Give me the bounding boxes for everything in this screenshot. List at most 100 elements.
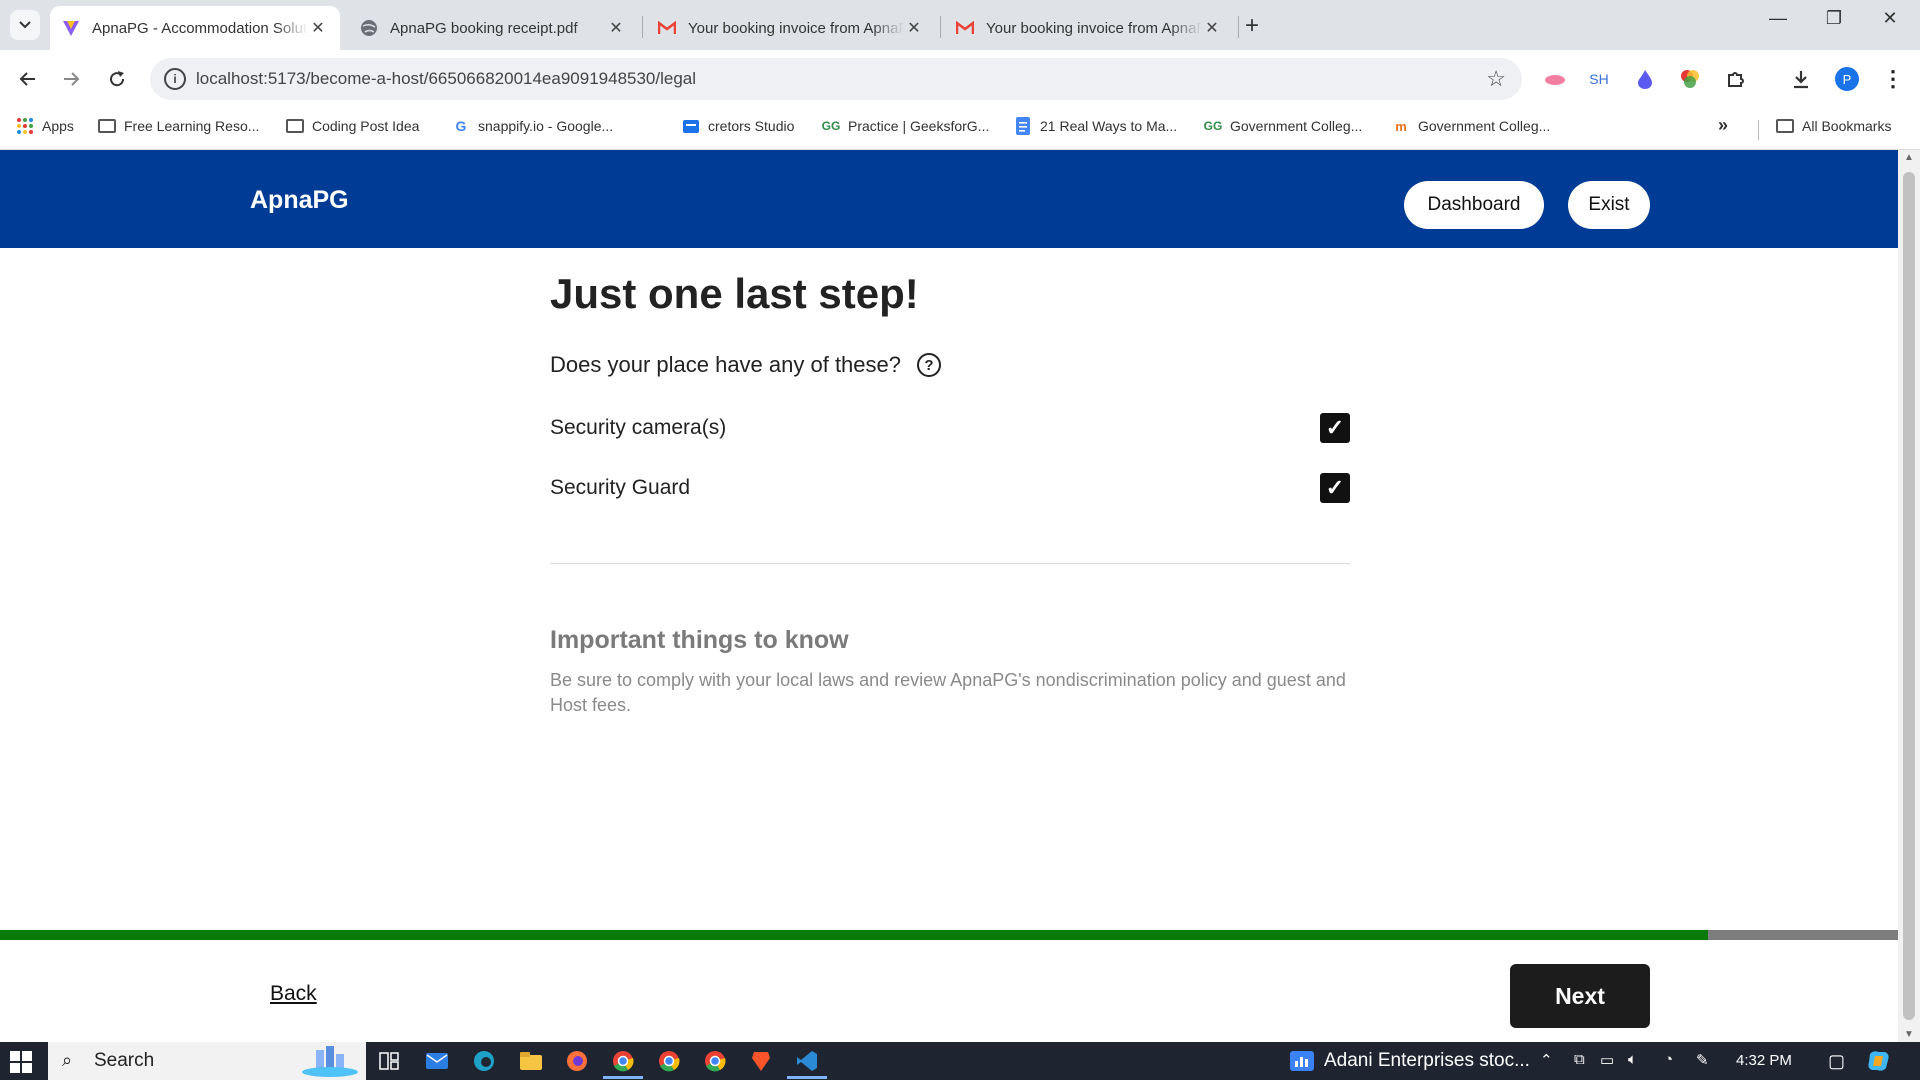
scroll-down-arrow-icon[interactable]: ▼	[1904, 1029, 1914, 1040]
back-arrow-icon[interactable]	[12, 64, 42, 94]
bookmark-star-icon[interactable]: ☆	[1486, 66, 1506, 92]
color-wheel-extension-icon[interactable]	[1677, 66, 1703, 92]
search-highlight-icon	[302, 1046, 358, 1077]
security-camera-checkbox[interactable]: ✓	[1320, 413, 1350, 443]
scroll-up-arrow-icon[interactable]: ▲	[1904, 152, 1914, 163]
page-scrollbar[interactable]: ▲ ▼	[1898, 150, 1920, 1042]
bookmark-coding-post[interactable]: Coding Post Idea	[286, 118, 419, 134]
tab-separator	[1238, 16, 1239, 38]
folder-icon	[1776, 118, 1794, 134]
bookmark-label: Practice | GeeksforG...	[848, 118, 990, 134]
pen-icon[interactable]: ✎	[1696, 1051, 1709, 1069]
bookmark-cretors-studio[interactable]: cretors Studio	[682, 118, 794, 134]
chrome-icon[interactable]	[610, 1048, 636, 1074]
news-widget[interactable]: Adani Enterprises stoc...	[1290, 1050, 1530, 1072]
security-guard-checkbox[interactable]: ✓	[1320, 473, 1350, 503]
folder-icon	[286, 118, 304, 134]
option-security-guard: Security Guard ✓	[550, 468, 1350, 508]
flame-extension-icon[interactable]	[1632, 66, 1658, 92]
firefox-icon[interactable]	[564, 1048, 590, 1074]
bookmark-snappify[interactable]: G snappify.io - Google...	[452, 118, 614, 134]
windows-start-icon[interactable]	[10, 1051, 32, 1073]
forward-arrow-icon[interactable]	[57, 64, 87, 94]
taskbar-search-box[interactable]: ⌕ Search	[48, 1042, 366, 1080]
wifi-icon[interactable]: ◔	[1664, 1051, 1673, 1068]
bookmark-apps[interactable]: Apps	[16, 118, 74, 134]
browser-tab-strip: ApnaPG - Accommodation Solutions ✕ ApnaP…	[0, 0, 1920, 50]
vscode-icon[interactable]	[794, 1048, 820, 1074]
checkmark-icon: ✓	[1325, 475, 1345, 500]
checkmark-icon: ✓	[1325, 415, 1345, 440]
chrome-profile-icon[interactable]	[656, 1048, 682, 1074]
option-label: Security Guard	[550, 476, 691, 499]
apps-grid-icon	[16, 118, 34, 134]
new-tab-plus-icon[interactable]: +	[1245, 12, 1259, 40]
mail-app-icon[interactable]	[424, 1048, 450, 1074]
stocks-widget-icon	[1290, 1051, 1314, 1071]
task-view-icon[interactable]	[376, 1048, 402, 1074]
tab-invoice-2[interactable]: Your booking invoice from ApnaPG ✕	[944, 6, 1234, 50]
chrome-alt-icon[interactable]	[702, 1048, 728, 1074]
progress-bar	[0, 930, 1898, 940]
search-icon: ⌕	[62, 1050, 73, 1070]
minimize-icon[interactable]: —	[1758, 8, 1798, 29]
bookmark-label: All Bookmarks	[1802, 118, 1892, 134]
edge-browser-icon[interactable]	[471, 1048, 497, 1074]
tab-title: ApnaPG - Accommodation Solutions	[92, 19, 308, 37]
close-tab-icon[interactable]: ✕	[904, 18, 924, 38]
battery-icon[interactable]: ▭	[1600, 1051, 1614, 1069]
tab-apnapg[interactable]: ApnaPG - Accommodation Solutions ✕	[50, 6, 340, 50]
restore-icon[interactable]: ❐	[1814, 8, 1854, 29]
bookmark-label: Coding Post Idea	[312, 118, 420, 134]
bookmark-government-college-2[interactable]: m Government Colleg...	[1392, 118, 1550, 134]
active-app-indicator	[603, 1076, 643, 1079]
taskbar-search-label: Search	[94, 1050, 155, 1071]
taskbar-clock[interactable]: 4:32 PM	[1736, 1052, 1792, 1069]
scrollbar-thumb[interactable]	[1903, 172, 1915, 1020]
amenities-question: Does your place have any of these? ?	[550, 352, 942, 378]
more-bookmarks-chevron-icon[interactable]: »	[1718, 115, 1728, 136]
bookmark-21-real-ways[interactable]: 21 Real Ways to Ma...	[1014, 117, 1177, 135]
volume-icon[interactable]: 🔈︎	[1628, 1051, 1637, 1068]
address-bar[interactable]: i localhost:5173/become-a-host/665066820…	[150, 58, 1522, 100]
info-heading: Important things to know	[550, 626, 849, 654]
bookmark-label: cretors Studio	[708, 118, 795, 134]
site-info-icon[interactable]: i	[164, 68, 186, 90]
close-tab-icon[interactable]: ✕	[606, 18, 626, 38]
reload-icon[interactable]	[102, 64, 132, 94]
tab-invoice-1[interactable]: Your booking invoice from ApnaPG ✕	[646, 6, 936, 50]
tray-chevron-up-icon[interactable]: ⌃	[1540, 1051, 1553, 1069]
file-explorer-icon[interactable]	[518, 1048, 544, 1074]
close-window-icon[interactable]: ✕	[1870, 8, 1910, 29]
help-question-icon[interactable]: ?	[917, 353, 942, 377]
page-title: Just one last step!	[550, 270, 919, 317]
back-link[interactable]: Back	[270, 982, 317, 1006]
tab-title: Your booking invoice from ApnaPG	[688, 19, 904, 37]
menu-kebab-icon[interactable]: ⋮	[1880, 66, 1906, 92]
sh-extension-icon[interactable]: SH	[1586, 66, 1612, 92]
next-button[interactable]: Next	[1510, 964, 1650, 1028]
bookmark-free-learning[interactable]: Free Learning Reso...	[98, 118, 259, 134]
brave-browser-icon[interactable]	[748, 1048, 774, 1074]
bookmark-all-bookmarks[interactable]: All Bookmarks	[1776, 118, 1891, 134]
brand-logo[interactable]: ApnaPG	[250, 186, 349, 215]
profile-avatar[interactable]: P	[1834, 66, 1860, 92]
lotus-extension-icon[interactable]	[1542, 66, 1568, 92]
tab-search-button[interactable]	[10, 10, 40, 40]
close-tab-icon[interactable]: ✕	[308, 18, 328, 38]
copilot-icon[interactable]	[1866, 1048, 1892, 1074]
dashboard-button[interactable]: Dashboard	[1404, 181, 1544, 229]
studio-icon	[682, 118, 700, 134]
windows-taskbar: ⌕ Search Adani Enterprises stoc... ⌃ ⧉ ▭…	[0, 1042, 1920, 1080]
meet-camera-icon[interactable]: ⧉	[1574, 1051, 1585, 1068]
extensions-puzzle-icon[interactable]	[1723, 66, 1749, 92]
notification-icon[interactable]: ▢	[1828, 1051, 1845, 1072]
download-icon[interactable]	[1788, 66, 1814, 92]
bookmark-government-college-1[interactable]: GG Government Colleg...	[1203, 118, 1363, 134]
bookmark-geeksforgeeks[interactable]: GG Practice | GeeksforG...	[822, 118, 990, 134]
bookmark-label: Apps	[42, 118, 74, 134]
exit-button[interactable]: Exist	[1568, 181, 1650, 229]
close-tab-icon[interactable]: ✕	[1202, 18, 1222, 38]
tab-receipt-pdf[interactable]: ApnaPG booking receipt.pdf ✕	[348, 6, 638, 50]
gfg-icon: GG	[1203, 119, 1223, 133]
